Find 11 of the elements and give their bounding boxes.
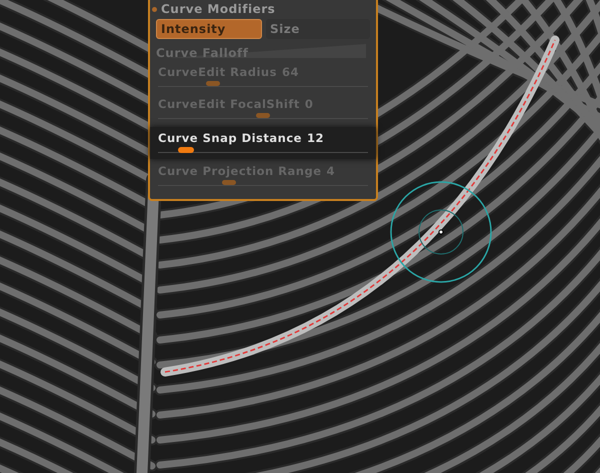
slider-thumb[interactable] [178, 147, 194, 153]
panel-title: Curve Modifiers [161, 2, 276, 16]
slider-value: 12 [306, 131, 324, 145]
mode-button[interactable]: Intensity [156, 19, 262, 39]
slider-thumb[interactable] [256, 113, 270, 118]
slider-thumb[interactable] [222, 180, 236, 185]
slider-thumb[interactable] [206, 81, 220, 86]
bullet-icon [152, 6, 157, 12]
slider-label: Curve Snap Distance [158, 131, 302, 145]
slider-row[interactable]: Curve Snap Distance 12 [150, 127, 376, 159]
mode-button[interactable]: Size [266, 19, 370, 39]
